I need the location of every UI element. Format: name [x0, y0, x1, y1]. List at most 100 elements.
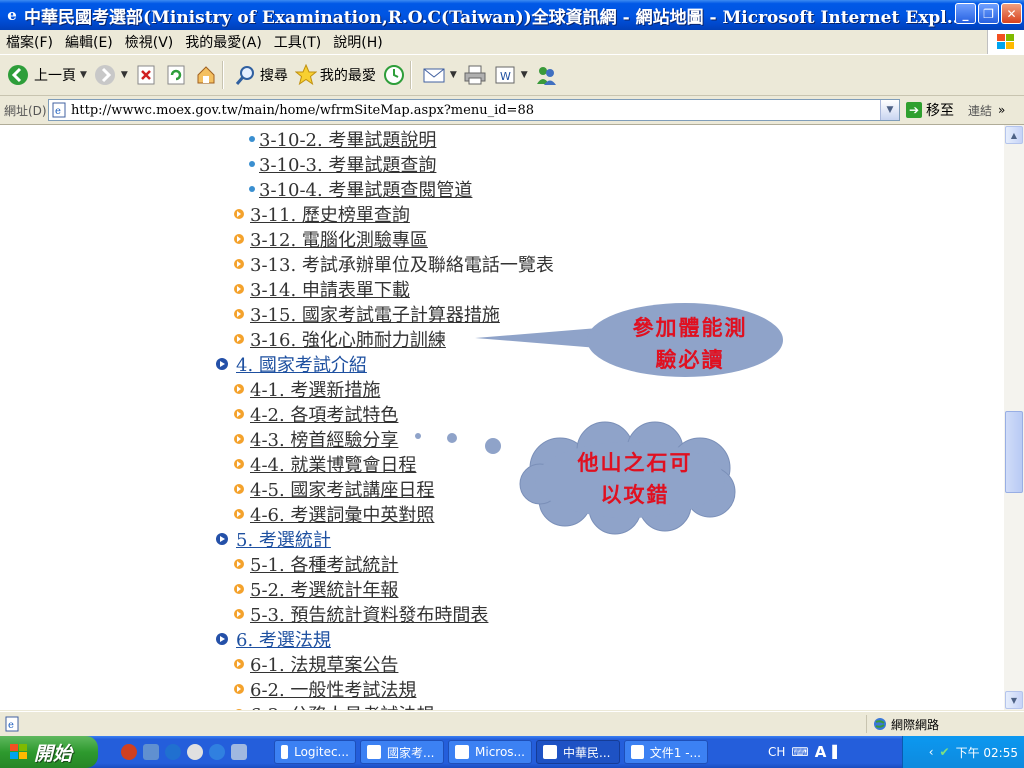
close-button[interactable]: ✕: [1001, 3, 1022, 24]
sitemap-item[interactable]: 4-5. 國家考試講座日程: [234, 477, 434, 501]
scroll-thumb[interactable]: [1005, 411, 1023, 493]
ime-icon[interactable]: ⌨: [791, 745, 808, 759]
sitemap-item-label[interactable]: 4-5. 國家考試講座日程: [250, 476, 434, 502]
sitemap-subitem[interactable]: 3-10-2. 考畢試題說明: [249, 127, 436, 151]
menu-favorites[interactable]: 我的最愛(A): [179, 32, 268, 52]
sitemap-item-label[interactable]: 6-2. 一般性考試法規: [250, 676, 416, 702]
sitemap-item-label[interactable]: 5. 考選統計: [236, 526, 331, 552]
history-button[interactable]: [382, 63, 406, 87]
sitemap-item[interactable]: 3-12. 電腦化測驗專區: [234, 227, 428, 251]
favorites-button[interactable]: 我的最愛: [294, 63, 376, 87]
links-label[interactable]: 連結: [968, 102, 992, 119]
back-dropdown-icon[interactable]: ▼: [80, 70, 87, 80]
home-button[interactable]: [194, 63, 218, 87]
sitemap-item-label[interactable]: 3-16. 強化心肺耐力訓練: [250, 326, 446, 352]
player-icon[interactable]: [187, 744, 203, 760]
sitemap-item-label[interactable]: 3-14. 申請表單下載: [250, 276, 410, 302]
sitemap-item-label[interactable]: 3-15. 國家考試電子計算器措施: [250, 301, 500, 327]
sitemap-item[interactable]: 6-1. 法規草案公告: [234, 652, 398, 676]
edit-button[interactable]: W ▼: [493, 63, 528, 87]
sitemap-item-label[interactable]: 6. 考選法規: [236, 626, 331, 652]
sitemap-item[interactable]: 3-15. 國家考試電子計算器措施: [234, 302, 500, 326]
sitemap-subitem[interactable]: 3-10-4. 考畢試題查閱管道: [249, 177, 472, 201]
messenger-button[interactable]: [534, 63, 558, 87]
taskbar-task[interactable]: Micros...: [448, 740, 532, 764]
sitemap-item[interactable]: 4-1. 考選新措施: [234, 377, 380, 401]
sitemap-item-label[interactable]: 3-11. 歷史榜單查詢: [250, 201, 410, 227]
scroll-down-icon[interactable]: ▼: [1005, 691, 1023, 709]
sitemap-item[interactable]: 5-3. 預告統計資料發布時間表: [234, 602, 488, 626]
address-input[interactable]: e http://wwwc.moex.gov.tw/main/home/wfrm…: [48, 99, 900, 121]
sitemap-item[interactable]: 3-11. 歷史榜單查詢: [234, 202, 410, 226]
lang-indicator[interactable]: CH: [768, 745, 785, 759]
sitemap-item-label[interactable]: 4. 國家考試介紹: [236, 351, 367, 377]
taskbar-task[interactable]: Logitec...: [274, 740, 356, 764]
taskbar-task[interactable]: 文件1 -...: [624, 740, 708, 764]
go-button[interactable]: ➔ 移至: [906, 100, 954, 120]
menu-help[interactable]: 說明(H): [327, 32, 388, 52]
ime-mode-icon[interactable]: ▌: [832, 745, 841, 759]
taskbar-task[interactable]: 中華民...: [536, 740, 620, 764]
tray-arrow-icon[interactable]: ‹: [929, 745, 934, 759]
sitemap-item-label[interactable]: 4-3. 榜首經驗分享: [250, 426, 398, 452]
maximize-button[interactable]: ❐: [978, 3, 999, 24]
menu-file[interactable]: 檔案(F): [0, 32, 59, 52]
sitemap-section[interactable]: 6. 考選法規: [216, 627, 331, 651]
sitemap-subitem[interactable]: 3-10-3. 考畢試題查詢: [249, 152, 436, 176]
forward-button[interactable]: ▼: [93, 63, 128, 87]
sitemap-item[interactable]: 3-16. 強化心肺耐力訓練: [234, 327, 446, 351]
mail-button[interactable]: ▼: [422, 63, 457, 87]
links-chevron-icon[interactable]: »: [998, 103, 1005, 117]
sitemap-item-label[interactable]: 5-3. 預告統計資料發布時間表: [250, 601, 488, 627]
app-icon[interactable]: [143, 744, 159, 760]
menu-edit[interactable]: 編輯(E): [59, 32, 119, 52]
taskbar-task[interactable]: 國家考...: [360, 740, 444, 764]
sitemap-subitem-label[interactable]: 3-10-4. 考畢試題查閱管道: [259, 176, 472, 202]
tray-check-icon[interactable]: ✔: [940, 745, 950, 759]
sitemap-item[interactable]: 4-3. 榜首經驗分享: [234, 427, 398, 451]
desktop-icon[interactable]: [231, 744, 247, 760]
sitemap-item-label[interactable]: 3-12. 電腦化測驗專區: [250, 226, 428, 252]
media-player-icon[interactable]: [121, 744, 137, 760]
stop-button[interactable]: [134, 63, 158, 87]
menu-view[interactable]: 檢視(V): [119, 32, 180, 52]
sitemap-item[interactable]: 5-2. 考選統計年報: [234, 577, 398, 601]
vertical-scrollbar[interactable]: ▲ ▼: [1004, 125, 1024, 710]
print-button[interactable]: [463, 63, 487, 87]
minimize-button[interactable]: _: [955, 3, 976, 24]
sitemap-item[interactable]: 6-2. 一般性考試法規: [234, 677, 416, 701]
edit-dropdown-icon[interactable]: ▼: [521, 70, 528, 80]
sitemap-item-label[interactable]: 4-2. 各項考試特色: [250, 401, 398, 427]
sitemap-item[interactable]: 5-1. 各種考試統計: [234, 552, 398, 576]
menu-tools[interactable]: 工具(T): [268, 32, 327, 52]
sitemap-subitem-label[interactable]: 3-10-3. 考畢試題查詢: [259, 151, 436, 177]
back-button[interactable]: 上一頁 ▼: [6, 63, 87, 87]
forward-dropdown-icon[interactable]: ▼: [121, 70, 128, 80]
sitemap-subitem-label[interactable]: 3-10-2. 考畢試題說明: [259, 126, 436, 152]
sitemap-item[interactable]: 4-4. 就業博覽會日程: [234, 452, 416, 476]
sitemap-item[interactable]: 3-13. 考試承辦單位及聯絡電話一覽表: [234, 252, 554, 276]
sitemap-item-label[interactable]: 6-1. 法規草案公告: [250, 651, 398, 677]
search-button[interactable]: 搜尋: [234, 63, 288, 87]
ie-quick-icon[interactable]: [165, 744, 181, 760]
title-bar[interactable]: e 中華民國考選部(Ministry of Examination,R.O.C(…: [0, 0, 1024, 30]
sitemap-item-label[interactable]: 4-4. 就業博覽會日程: [250, 451, 416, 477]
sitemap-item[interactable]: 4-6. 考選詞彙中英對照: [234, 502, 434, 526]
sitemap-item-label[interactable]: 5-1. 各種考試統計: [250, 551, 398, 577]
sitemap-section[interactable]: 4. 國家考試介紹: [216, 352, 367, 376]
sitemap-item-label[interactable]: 4-1. 考選新措施: [250, 376, 380, 402]
sitemap-item[interactable]: 3-14. 申請表單下載: [234, 277, 410, 301]
font-a-icon[interactable]: A: [815, 743, 827, 761]
sitemap-item-label[interactable]: 4-6. 考選詞彙中英對照: [250, 501, 434, 527]
address-dropdown-icon[interactable]: ▼: [880, 100, 899, 120]
sitemap-item-label[interactable]: 5-2. 考選統計年報: [250, 576, 398, 602]
sitemap-item[interactable]: 4-2. 各項考試特色: [234, 402, 398, 426]
sitemap-item-label[interactable]: 6-3. 公務人員考試法規: [250, 701, 434, 710]
scroll-up-icon[interactable]: ▲: [1005, 126, 1023, 144]
sitemap-section[interactable]: 5. 考選統計: [216, 527, 331, 551]
browser-icon[interactable]: [209, 744, 225, 760]
sitemap-item[interactable]: 6-3. 公務人員考試法規: [234, 702, 434, 710]
start-button[interactable]: 開始: [0, 736, 98, 768]
refresh-button[interactable]: [164, 63, 188, 87]
mail-dropdown-icon[interactable]: ▼: [450, 70, 457, 80]
